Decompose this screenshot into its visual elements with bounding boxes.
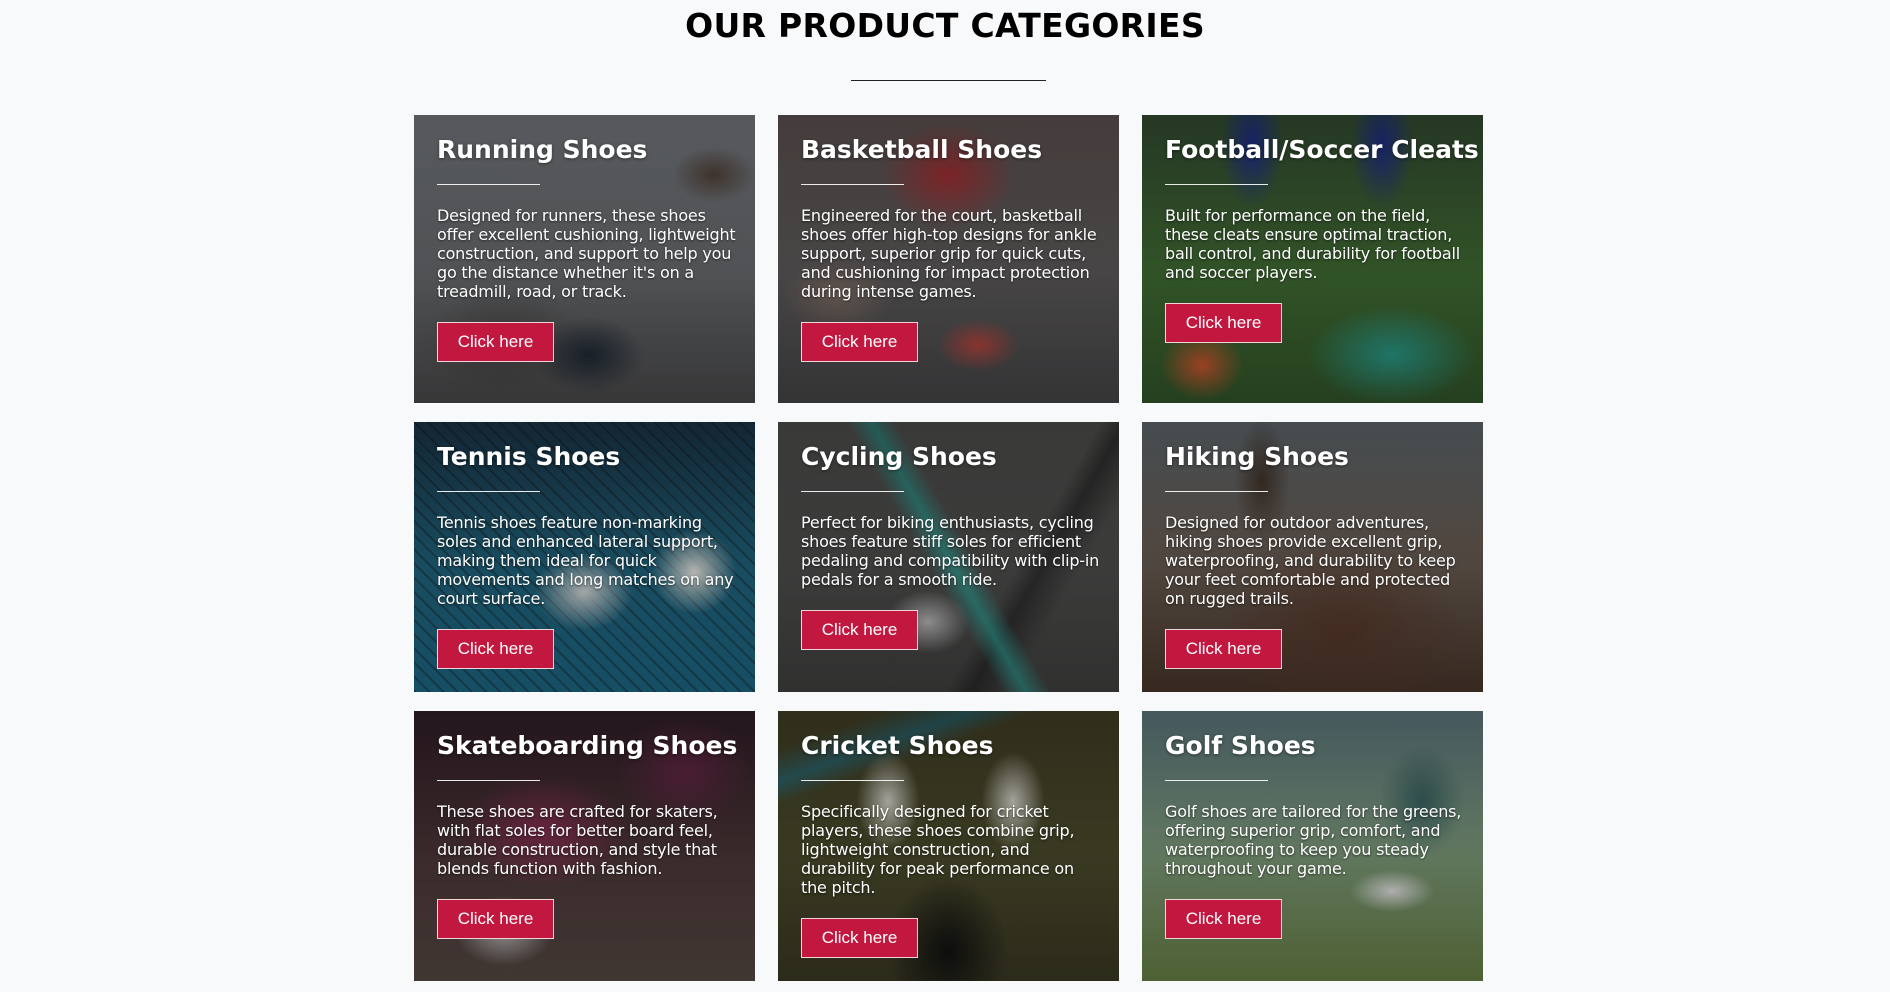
category-card-tennis: Tennis Shoes Tennis shoes feature non-ma… — [414, 422, 755, 692]
click-here-button[interactable]: Click here — [437, 899, 554, 939]
product-categories-page: OUR PRODUCT CATEGORIES Running Shoes Des… — [0, 0, 1890, 992]
card-divider — [437, 184, 540, 185]
card-description: Designed for outdoor adventures, hiking … — [1165, 513, 1456, 608]
category-card-cycling: Cycling Shoes Perfect for biking enthusi… — [778, 422, 1119, 692]
card-divider — [437, 491, 540, 492]
card-title: Tennis Shoes — [437, 442, 621, 471]
page-title: OUR PRODUCT CATEGORIES — [685, 6, 1205, 45]
card-divider — [1165, 184, 1268, 185]
card-description: Tennis shoes feature non-marking soles a… — [437, 513, 734, 608]
card-description: These shoes are crafted for skaters, wit… — [437, 802, 718, 878]
card-divider — [1165, 491, 1268, 492]
click-here-button[interactable]: Click here — [1165, 629, 1282, 669]
card-divider — [801, 184, 904, 185]
category-card-cricket: Cricket Shoes Specifically designed for … — [778, 711, 1119, 981]
card-description: Specifically designed for cricket player… — [801, 802, 1075, 897]
card-title: Hiking Shoes — [1165, 442, 1349, 471]
card-title: Cycling Shoes — [801, 442, 997, 471]
card-title: Skateboarding Shoes — [437, 731, 738, 760]
category-card-golf: Golf Shoes Golf shoes are tailored for t… — [1142, 711, 1483, 981]
click-here-button[interactable]: Click here — [437, 322, 554, 362]
card-title: Cricket Shoes — [801, 731, 994, 760]
card-title: Basketball Shoes — [801, 135, 1043, 164]
category-card-hiking: Hiking Shoes Designed for outdoor advent… — [1142, 422, 1483, 692]
card-description: Perfect for biking enthusiasts, cycling … — [801, 513, 1100, 589]
click-here-button[interactable]: Click here — [437, 629, 554, 669]
category-card-football: Football/Soccer Cleats Built for perform… — [1142, 115, 1483, 403]
title-divider — [851, 80, 1046, 81]
category-card-running: Running Shoes Designed for runners, thes… — [414, 115, 755, 403]
category-card-basketball: Basketball Shoes Engineered for the cour… — [778, 115, 1119, 403]
category-grid: Running Shoes Designed for runners, thes… — [414, 115, 1483, 981]
card-description: Golf shoes are tailored for the greens, … — [1165, 802, 1462, 878]
card-title: Golf Shoes — [1165, 731, 1316, 760]
card-description: Engineered for the court, basketball sho… — [801, 206, 1097, 301]
card-divider — [437, 780, 540, 781]
card-divider — [801, 780, 904, 781]
card-title: Football/Soccer Cleats — [1165, 135, 1479, 164]
click-here-button[interactable]: Click here — [1165, 303, 1282, 343]
card-description: Designed for runners, these shoes offer … — [437, 206, 736, 301]
card-title: Running Shoes — [437, 135, 648, 164]
click-here-button[interactable]: Click here — [801, 610, 918, 650]
click-here-button[interactable]: Click here — [1165, 899, 1282, 939]
card-description: Built for performance on the field, thes… — [1165, 206, 1460, 282]
click-here-button[interactable]: Click here — [801, 918, 918, 958]
click-here-button[interactable]: Click here — [801, 322, 918, 362]
card-divider — [1165, 780, 1268, 781]
card-divider — [801, 491, 904, 492]
category-card-skateboarding: Skateboarding Shoes These shoes are craf… — [414, 711, 755, 981]
